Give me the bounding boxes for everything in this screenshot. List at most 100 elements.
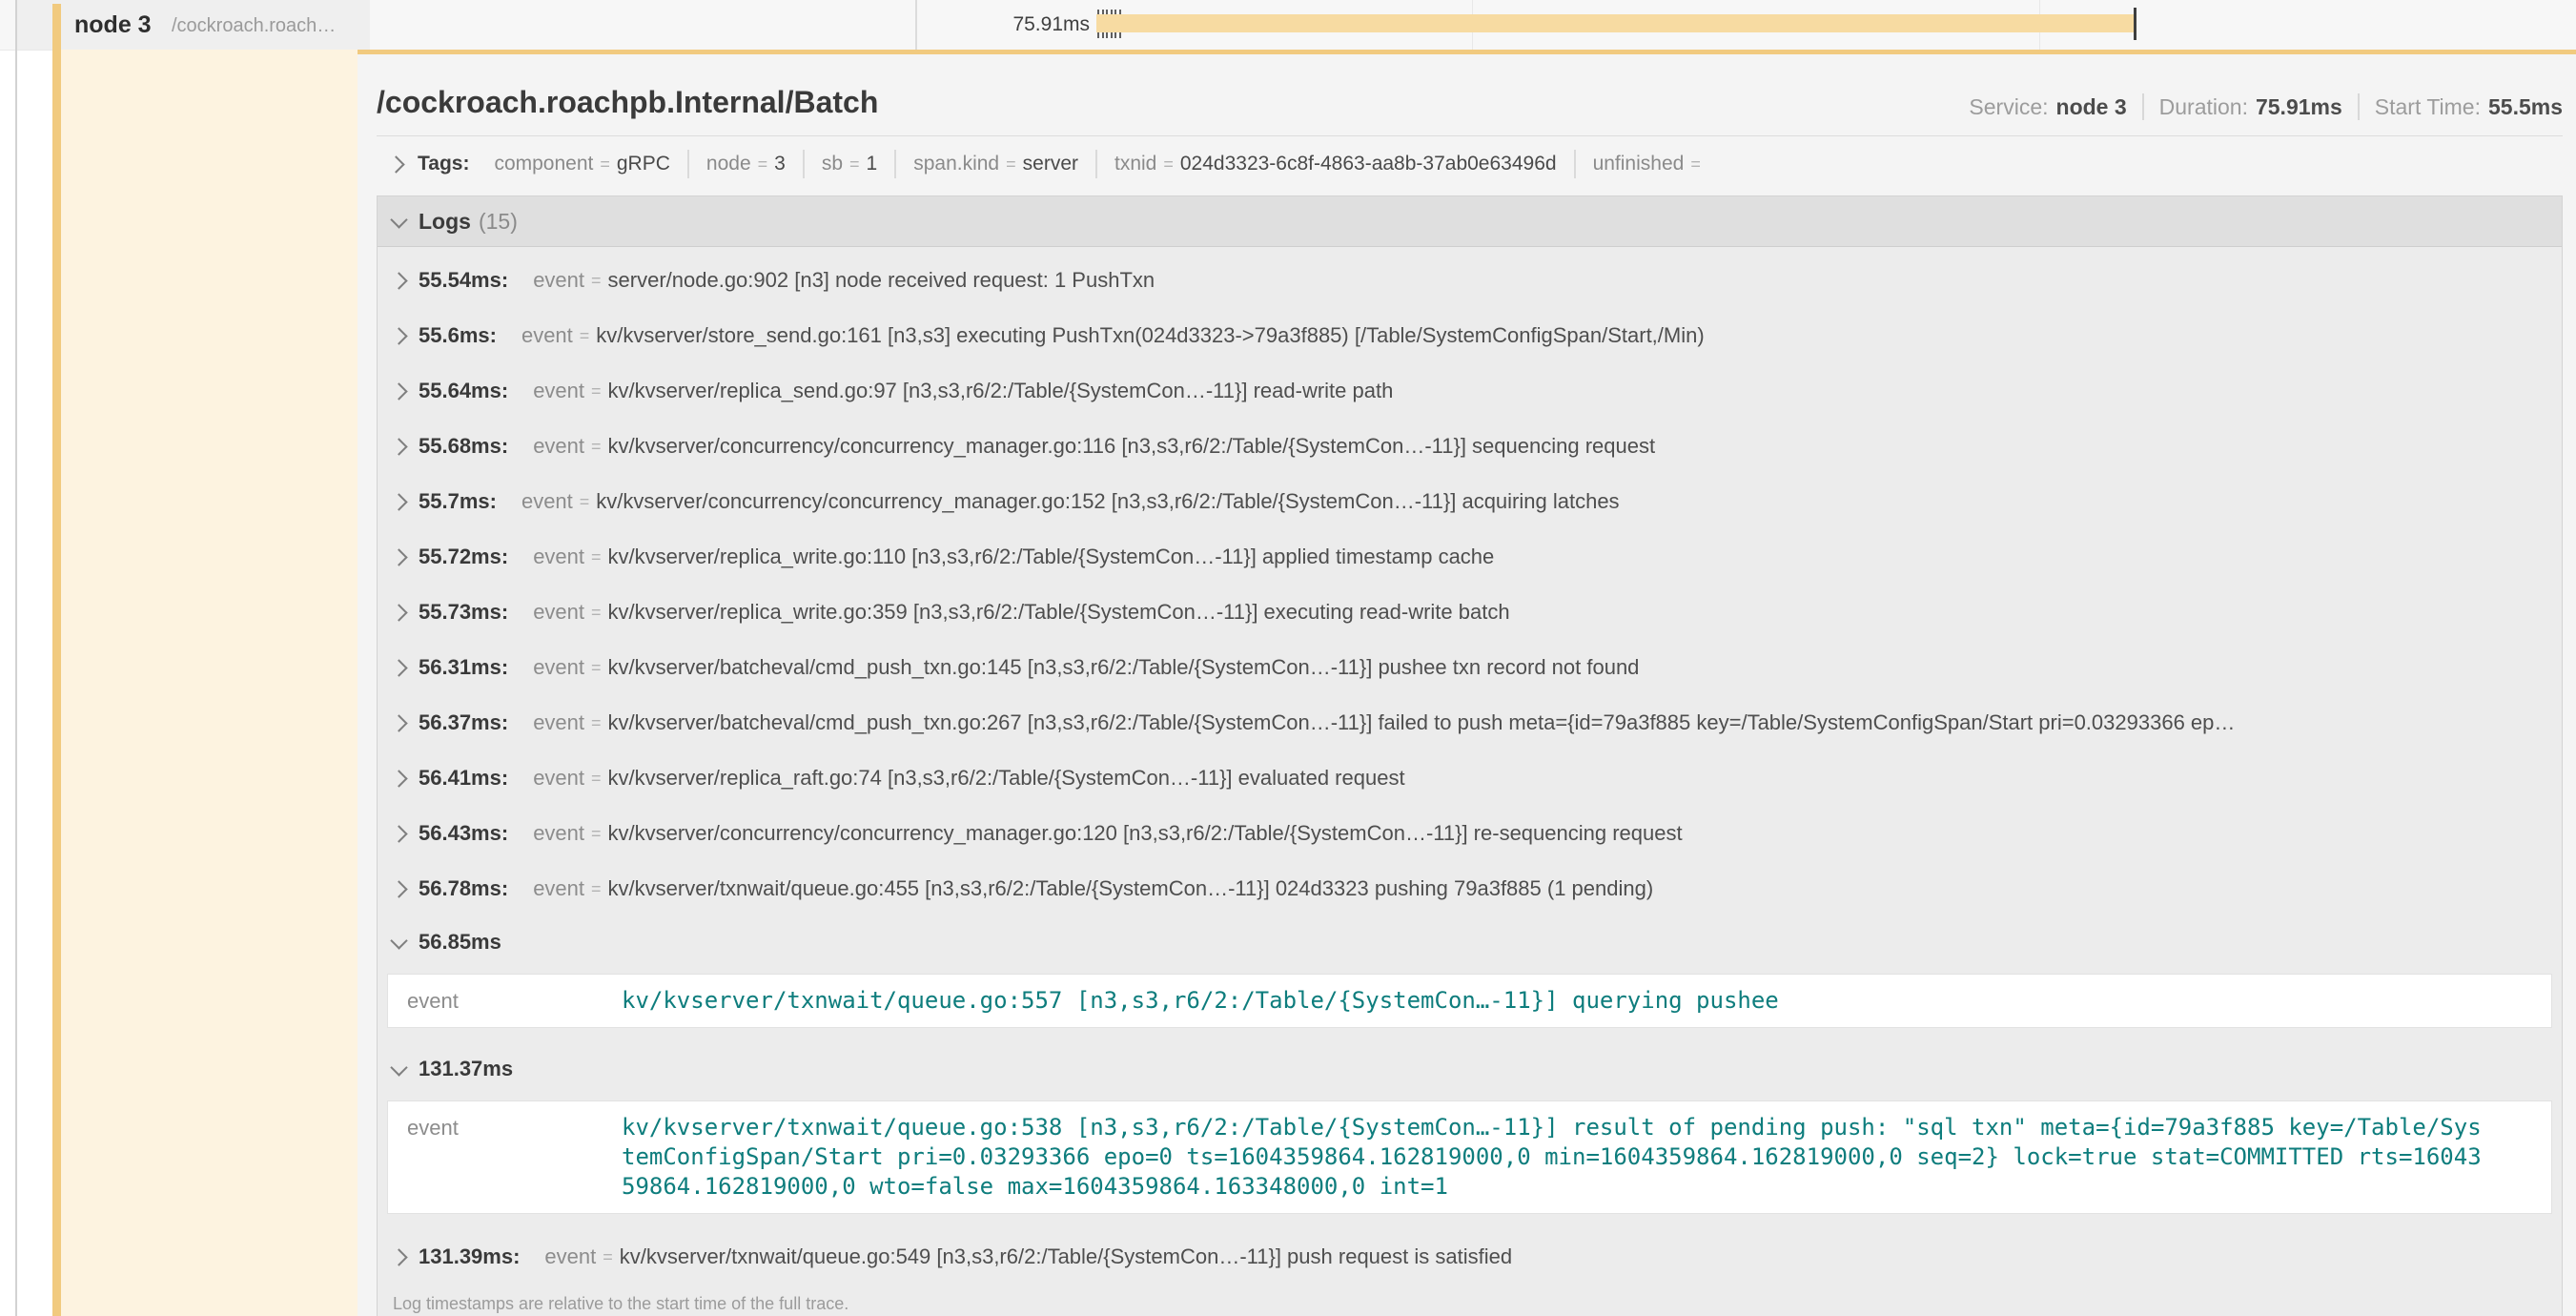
column-resize-divider[interactable] — [915, 0, 917, 50]
log-entry-row[interactable]: 55.7ms: event = kv/kvserver/concurrency/… — [378, 474, 2562, 529]
log-entry-row[interactable]: 56.43ms: event = kv/kvserver/concurrency… — [378, 806, 2562, 861]
event-key: event — [407, 986, 622, 1014]
tag-value: 3 — [774, 153, 786, 175]
log-entry-row[interactable]: 56.31ms: event = kv/kvserver/batcheval/c… — [378, 640, 2562, 695]
tag-item: sb = 1 — [803, 150, 894, 178]
log-value: kv/kvserver/replica_raft.go:74 [n3,s3,r6… — [608, 766, 2543, 791]
log-timestamp: 55.7ms: — [419, 489, 497, 514]
chevron-right-icon[interactable] — [390, 714, 407, 731]
tag-value: 024d3323-6c8f-4863-aa8b-37ab0e63496d — [1180, 153, 1557, 175]
log-key: event — [521, 323, 573, 348]
log-key: event — [533, 876, 584, 901]
chevron-right-icon[interactable] — [390, 659, 407, 676]
chevron-down-icon[interactable] — [390, 932, 407, 949]
chevron-right-icon[interactable] — [390, 438, 407, 455]
chevron-down-icon[interactable] — [390, 1059, 407, 1076]
log-entry-expanded-toggle[interactable]: 131.37ms — [378, 1043, 2562, 1095]
trace-page: { "colors": { "accent": "#f1ca7f", "bar"… — [0, 0, 2576, 1316]
meta-separator — [2358, 93, 2360, 120]
log-timestamp: 55.68ms: — [419, 434, 508, 459]
log-entry-row[interactable]: 55.6ms: event = kv/kvserver/store_send.g… — [378, 308, 2562, 363]
log-value: kv/kvserver/replica_send.go:97 [n3,s3,r6… — [608, 379, 2543, 403]
chevron-right-icon[interactable] — [390, 548, 407, 565]
log-event-box: event kv/kvserver/txnwait/queue.go:538 [… — [387, 1100, 2552, 1214]
logs-count: (15) — [479, 209, 518, 235]
log-value: kv/kvserver/store_send.go:161 [n3,s3] ex… — [596, 323, 2543, 348]
span-bar-end-marker — [2134, 8, 2136, 40]
log-key: event — [533, 600, 584, 625]
span-operation-name[interactable]: /cockroach.roach… — [172, 0, 336, 51]
log-timestamp: 55.72ms: — [419, 545, 508, 569]
tag-item: component = gRPC — [477, 150, 686, 178]
tags-accordion-toggle[interactable]: Tags: component = gRPC node = 3 sb = 1 s… — [377, 136, 2563, 192]
span-service-name[interactable]: node 3 — [74, 0, 152, 50]
equals-sign: = — [580, 326, 590, 346]
log-value: kv/kvserver/txnwait/queue.go:455 [n3,s3,… — [608, 876, 2543, 901]
log-entry-row[interactable]: 55.73ms: event = kv/kvserver/replica_wri… — [378, 585, 2562, 640]
log-entry-row[interactable]: 55.68ms: event = kv/kvserver/concurrency… — [378, 419, 2562, 474]
logs-body: 55.54ms: event = server/node.go:902 [n3]… — [378, 247, 2562, 1316]
log-entry-row[interactable]: 55.54ms: event = server/node.go:902 [n3]… — [378, 253, 2562, 308]
logs-footer: Log timestamps are relative to the start… — [378, 1285, 2562, 1316]
equals-sign: = — [1006, 154, 1016, 175]
span-row[interactable]: node 3 /cockroach.roach… 75.91ms — [0, 0, 2576, 51]
log-entry-row[interactable]: 55.72ms: event = kv/kvserver/replica_wri… — [378, 529, 2562, 585]
log-timestamp: 56.37ms: — [419, 710, 508, 735]
tag-list: component = gRPC node = 3 sb = 1 span.ki… — [477, 150, 1724, 178]
log-timestamp: 56.85ms — [419, 930, 501, 955]
chevron-right-icon[interactable] — [387, 155, 404, 173]
log-timestamp: 56.78ms: — [419, 876, 508, 901]
log-value: kv/kvserver/concurrency/concurrency_mana… — [608, 434, 2543, 459]
equals-sign: = — [591, 603, 602, 623]
log-value: kv/kvserver/concurrency/concurrency_mana… — [596, 489, 2543, 514]
log-entry-row[interactable]: 56.41ms: event = kv/kvserver/replica_raf… — [378, 751, 2562, 806]
tag-item: span.kind = server — [894, 150, 1095, 178]
tag-value: gRPC — [617, 153, 670, 175]
start-time-label: Start Time: — [2375, 94, 2481, 120]
equals-sign: = — [603, 1247, 613, 1267]
log-value: kv/kvserver/txnwait/queue.go:549 [n3,s3,… — [620, 1244, 2543, 1269]
event-value: kv/kvserver/txnwait/queue.go:557 [n3,s3,… — [622, 986, 1779, 1016]
duration-label: Duration: — [2159, 94, 2248, 120]
tag-item: node = 3 — [687, 150, 803, 178]
chevron-right-icon[interactable] — [390, 604, 407, 621]
log-key: event — [533, 821, 584, 846]
equals-sign: = — [591, 879, 602, 899]
chevron-down-icon[interactable] — [390, 211, 407, 228]
equals-sign: = — [849, 154, 860, 175]
span-detail-header[interactable]: /cockroach.roachpb.Internal/Batch Servic… — [377, 85, 2563, 120]
service-label: Service: — [1969, 94, 2048, 120]
log-entry-expanded-toggle[interactable]: 56.85ms — [378, 916, 2562, 968]
tag-key: component — [494, 153, 593, 175]
tags-label: Tags: — [418, 153, 469, 175]
span-accent-strip — [52, 4, 61, 1316]
chevron-right-icon[interactable] — [390, 493, 407, 510]
log-entry-row[interactable]: 55.64ms: event = kv/kvserver/replica_sen… — [378, 363, 2562, 419]
logs-accordion-toggle[interactable]: Logs (15) — [378, 196, 2562, 247]
log-timestamp: 56.41ms: — [419, 766, 508, 791]
log-entry-row[interactable]: 56.78ms: event = kv/kvserver/txnwait/que… — [378, 861, 2562, 916]
chevron-right-icon[interactable] — [390, 272, 407, 289]
chevron-right-icon[interactable] — [390, 327, 407, 344]
log-entry-row[interactable]: 56.37ms: event = kv/kvserver/batcheval/c… — [378, 695, 2562, 751]
equals-sign: = — [1690, 154, 1701, 175]
chevron-right-icon[interactable] — [390, 880, 407, 897]
span-duration-bar[interactable] — [1096, 14, 2136, 32]
chevron-right-icon[interactable] — [390, 382, 407, 400]
log-timestamp: 131.37ms — [419, 1057, 513, 1081]
equals-sign: = — [591, 381, 602, 401]
chevron-right-icon[interactable] — [390, 825, 407, 842]
log-entry-expanded: 56.85ms event kv/kvserver/txnwait/queue.… — [378, 916, 2562, 1028]
equals-sign: = — [591, 547, 602, 567]
tag-value: 1 — [867, 153, 878, 175]
log-timestamp: 55.73ms: — [419, 600, 508, 625]
tag-key: sb — [822, 153, 843, 175]
tag-key: node — [706, 153, 751, 175]
span-duration-label: 75.91ms — [953, 0, 1090, 50]
chevron-right-icon[interactable] — [390, 770, 407, 787]
log-entry-row[interactable]: 131.39ms: event = kv/kvserver/txnwait/qu… — [378, 1229, 2562, 1285]
selected-row-highlight — [61, 50, 358, 1316]
chevron-right-icon[interactable] — [390, 1248, 407, 1265]
equals-sign: = — [591, 658, 602, 678]
logs-title: Logs — [419, 209, 471, 235]
